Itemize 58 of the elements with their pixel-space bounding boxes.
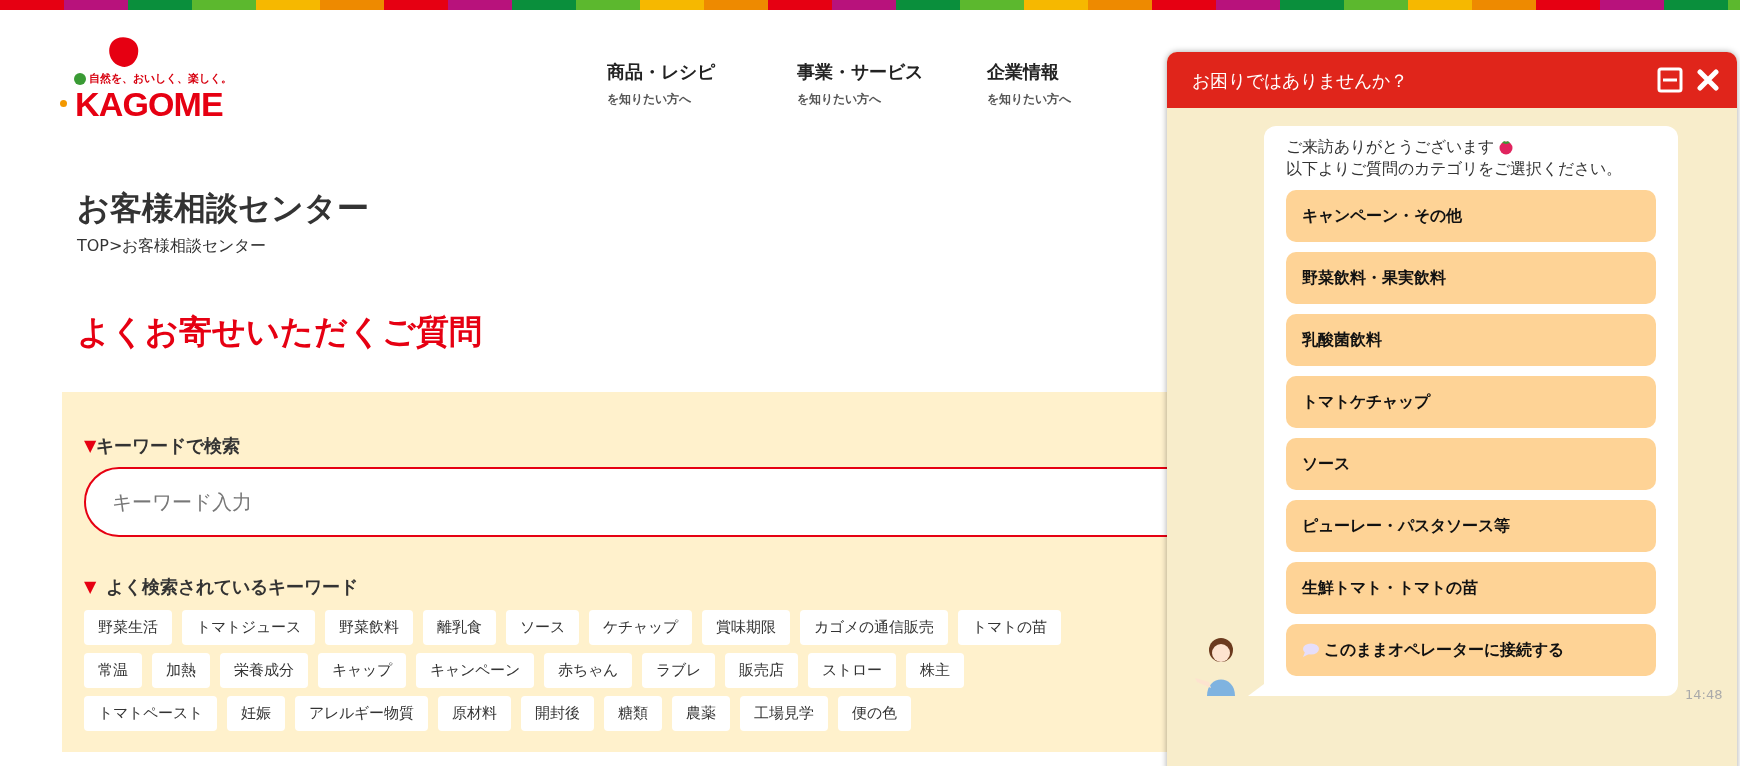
keyword-tag[interactable]: 株主 — [906, 653, 964, 688]
keyword-tag[interactable]: ストロー — [808, 653, 896, 688]
keyword-tag[interactable]: 販売店 — [725, 653, 798, 688]
keyword-tag[interactable]: 栄養成分 — [220, 653, 308, 688]
keyword-tag[interactable]: 便の色 — [838, 696, 911, 731]
keyword-tag[interactable]: 糖類 — [604, 696, 662, 731]
logo-dot-icon — [60, 100, 67, 107]
message-time: 14:48 — [1685, 685, 1723, 704]
popular-keywords-label: よく検索されているキーワード — [106, 575, 359, 599]
keyword-tag[interactable]: キャップ — [318, 653, 406, 688]
keyword-tag[interactable]: 常温 — [84, 653, 142, 688]
category-button[interactable]: トマトケチャップ — [1286, 376, 1656, 428]
search-label: キーワードで検索 — [96, 434, 241, 458]
keyword-tag[interactable]: 野菜飲料 — [325, 610, 413, 645]
logo-wordmark[interactable]: KAGOME — [75, 87, 223, 120]
keyword-tag[interactable]: 農薬 — [672, 696, 730, 731]
keyword-tag[interactable]: 賞味期限 — [702, 610, 790, 645]
nav-link[interactable]: 事業・サービス を知りたい方へ — [797, 60, 987, 108]
keyword-tag[interactable]: 野菜生活 — [84, 610, 172, 645]
keyword-tag[interactable]: カゴメの通信販売 — [800, 610, 948, 645]
keyword-tag[interactable]: 赤ちゃん — [544, 653, 632, 688]
keyword-tag[interactable]: 原材料 — [438, 696, 511, 731]
section-heading: よくお寄せいただくご質問 — [77, 312, 482, 352]
close-icon[interactable] — [1697, 69, 1719, 91]
minimize-icon[interactable] — [1657, 67, 1683, 93]
chat-message: 以下よりご質問のカテゴリをご選択ください。 — [1286, 158, 1623, 180]
keyword-tag[interactable]: トマトジュース — [182, 610, 315, 645]
category-button[interactable]: 生鮮トマト・トマトの苗 — [1286, 562, 1656, 614]
category-button[interactable]: ピューレー・パスタソース等 — [1286, 500, 1656, 552]
leaf-circle-icon — [74, 73, 86, 86]
chat-message: ご来訪ありがとうございます — [1286, 136, 1494, 158]
page-title: お客様相談センター — [77, 188, 369, 228]
keyword-tag[interactable]: 離乳食 — [423, 610, 496, 645]
category-button[interactable]: 野菜飲料・果実飲料 — [1286, 252, 1656, 304]
operator-connect-button[interactable]: このままオペレーターに接続する — [1286, 624, 1656, 676]
category-button[interactable]: ソース — [1286, 438, 1656, 490]
keyword-tag[interactable]: 妊娠 — [227, 696, 285, 731]
triangle-marker: ▼ — [84, 575, 97, 598]
logo-tagline: 自然を、おいしく、楽しく。 — [89, 71, 232, 87]
tomato-icon — [1498, 139, 1514, 155]
breadcrumb: TOP>お客様相談センター — [77, 235, 267, 257]
keyword-tag[interactable]: ソース — [506, 610, 579, 645]
keyword-tag[interactable]: 加熱 — [152, 653, 210, 688]
keyword-tag[interactable]: 工場見学 — [740, 696, 828, 731]
keyword-tag[interactable]: トマトの苗 — [958, 610, 1061, 645]
keyword-tag[interactable]: アレルギー物質 — [295, 696, 428, 731]
keyword-tag[interactable]: キャンペーン — [416, 653, 534, 688]
nav-link[interactable]: 企業情報 を知りたい方へ — [987, 60, 1097, 108]
chat-title: お困りではありませんか？ — [1192, 68, 1408, 93]
triangle-marker: ▼ — [84, 434, 97, 457]
keyword-tag[interactable]: 開封後 — [521, 696, 594, 731]
speech-bubble-icon — [1302, 643, 1320, 657]
category-button[interactable]: キャンペーン・その他 — [1286, 190, 1656, 242]
nav-link[interactable]: 商品・レシピ を知りたい方へ — [607, 60, 797, 108]
keyword-tag[interactable]: ケチャップ — [589, 610, 692, 645]
category-button[interactable]: 乳酸菌飲料 — [1286, 314, 1656, 366]
keyword-tag[interactable]: トマトペースト — [84, 696, 217, 731]
keyword-tag[interactable]: ラブレ — [642, 653, 715, 688]
